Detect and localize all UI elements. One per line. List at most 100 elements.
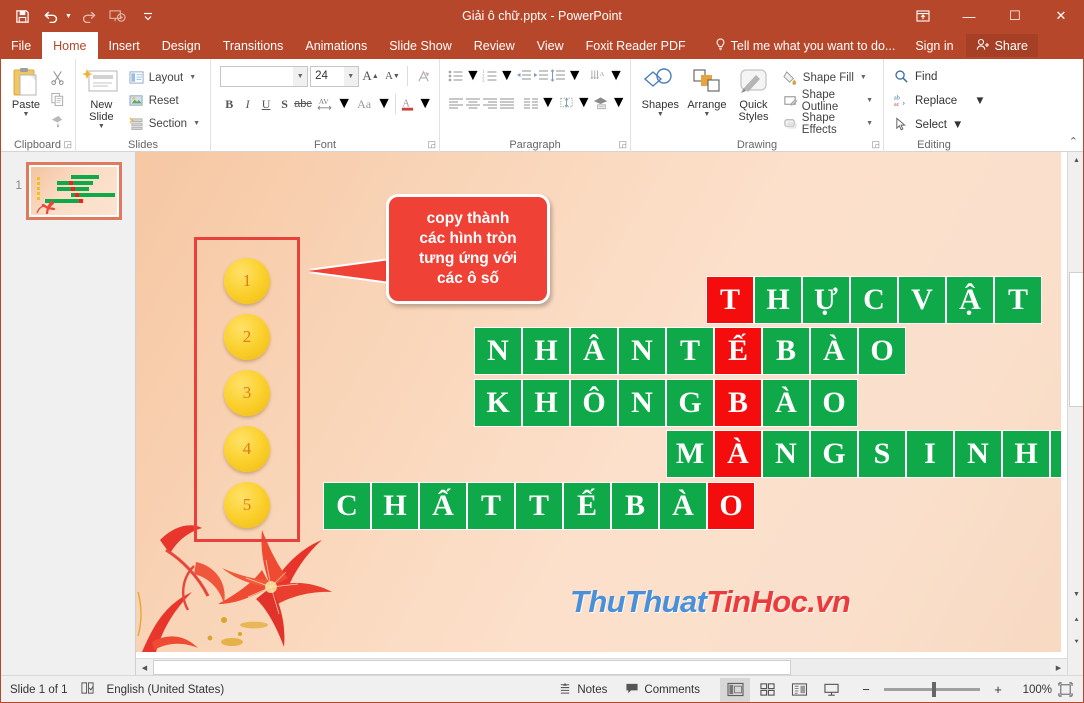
font-size-dropdown-icon[interactable]: ▼ (343, 66, 358, 86)
paste-button[interactable]: Paste ▼ (6, 63, 46, 132)
font-name-combo[interactable]: ▼ (220, 65, 309, 87)
shape-effects-dropdown-icon[interactable]: ▼ (866, 120, 873, 127)
drawing-dialog-launcher[interactable]: ◲ (871, 139, 880, 150)
notes-button[interactable]: Notes (550, 677, 615, 703)
save-icon[interactable] (8, 3, 36, 29)
shape-effects-button[interactable]: Shape Effects ▼ (779, 112, 877, 136)
font-size-combo[interactable]: 24 ▼ (310, 65, 359, 87)
align-left-button[interactable] (448, 92, 464, 114)
tell-me-box[interactable]: Tell me what you want to do... (705, 32, 906, 59)
number-circle-5[interactable]: 5 (224, 482, 270, 528)
font-dialog-launcher[interactable]: ◲ (427, 139, 436, 150)
start-presentation-icon[interactable] (104, 3, 132, 29)
number-circle-1[interactable]: 1 (224, 258, 270, 304)
tab-slide-show[interactable]: Slide Show (378, 32, 463, 59)
convert-smartart-dropdown-icon[interactable]: ▼ (611, 94, 627, 112)
minimize-button[interactable]: — (946, 0, 992, 32)
zoom-slider[interactable] (884, 682, 980, 697)
tab-design[interactable]: Design (151, 32, 212, 59)
cell-r2c7[interactable]: B (762, 327, 810, 375)
ribbon-display-options-icon[interactable] (900, 0, 946, 32)
text-shadow-button[interactable]: S (275, 93, 293, 115)
cut-button[interactable] (46, 66, 69, 88)
cell-r2c3[interactable]: Â (570, 327, 618, 375)
reading-view-button[interactable] (784, 678, 814, 702)
layout-dropdown-icon[interactable]: ▼ (189, 74, 196, 81)
quick-styles-button[interactable]: Quick Styles (730, 63, 777, 135)
increase-font-size-button[interactable]: A ▲ (361, 65, 381, 87)
callout-bubble[interactable]: copy thành các hình tròn tưng ứng với cá… (386, 194, 550, 304)
align-right-button[interactable] (482, 92, 498, 114)
tab-animations[interactable]: Animations (294, 32, 378, 59)
convert-to-smartart-button[interactable] (593, 92, 610, 114)
cell-r3c1[interactable]: K (474, 379, 522, 427)
cell-r2c6[interactable]: Ế (714, 327, 762, 375)
tab-home[interactable]: Home (42, 32, 98, 59)
number-circle-3[interactable]: 3 (224, 370, 270, 416)
new-slide-dropdown-icon[interactable]: ▼ (98, 123, 105, 130)
tab-foxit-reader-pdf[interactable]: Foxit Reader PDF (575, 32, 697, 59)
slide-sorter-view-button[interactable] (752, 678, 782, 702)
slide-canvas[interactable]: 1 2 3 4 5 copy thành các hình tròn tưng … (136, 152, 1061, 652)
cell-r1c6[interactable]: Ậ (946, 276, 994, 324)
columns-dropdown-icon[interactable]: ▼ (540, 94, 556, 112)
increase-indent-button[interactable] (533, 65, 549, 87)
undo-dropdown-icon[interactable]: ▼ (65, 13, 72, 20)
cell-r5c2[interactable]: H (371, 482, 419, 530)
cell-r4c7[interactable]: N (954, 430, 1002, 478)
scroll-right-button[interactable]: ▶ (1050, 659, 1067, 676)
decrease-font-size-button[interactable]: A ▼ (383, 65, 403, 87)
cell-r1c4[interactable]: C (850, 276, 898, 324)
vertical-scrollbar[interactable]: ▲ ▼ ⯅ ⯆ (1067, 152, 1084, 675)
cell-r2c1[interactable]: N (474, 327, 522, 375)
customize-qat-icon[interactable] (134, 3, 162, 29)
clipboard-dialog-launcher[interactable]: ◲ (63, 139, 72, 150)
slide-indicator[interactable]: Slide 1 of 1 (10, 684, 68, 696)
cell-r2c2[interactable]: H (522, 327, 570, 375)
thumbnail-frame[interactable] (26, 162, 122, 220)
cell-r5c1[interactable]: C (323, 482, 371, 530)
cell-r3c8[interactable]: O (810, 379, 858, 427)
line-spacing-button[interactable] (550, 65, 566, 87)
cell-r5c9[interactable]: O (707, 482, 755, 530)
paste-dropdown-icon[interactable]: ▼ (23, 111, 30, 118)
arrange-dropdown-icon[interactable]: ▼ (703, 111, 710, 118)
underline-button[interactable]: U (257, 93, 275, 115)
cell-r4c5[interactable]: S (858, 430, 906, 478)
tab-file[interactable]: File (0, 32, 43, 59)
format-painter-button[interactable] (46, 110, 69, 132)
font-color-button[interactable]: A (399, 93, 417, 115)
font-color-dropdown-icon[interactable]: ▼ (417, 95, 433, 113)
share-button[interactable]: Share (965, 34, 1038, 57)
clear-formatting-button[interactable] (413, 65, 433, 87)
next-slide-button[interactable]: ⯆ (1068, 634, 1084, 651)
text-direction-dropdown-icon[interactable]: ▼ (608, 67, 624, 85)
cell-r4c8[interactable]: H (1002, 430, 1050, 478)
cell-r4c2[interactable]: À (714, 430, 762, 478)
layout-button[interactable]: Layout ▼ (125, 66, 204, 89)
cell-r3c6[interactable]: B (714, 379, 762, 427)
new-slide-button[interactable]: New Slide ▼ (82, 63, 121, 135)
strikethrough-button[interactable]: abc (294, 93, 312, 115)
slideshow-view-button[interactable] (816, 678, 846, 702)
scroll-down-button[interactable]: ▼ (1068, 586, 1084, 603)
cell-r4c4[interactable]: G (810, 430, 858, 478)
cell-r4c3[interactable]: N (762, 430, 810, 478)
paragraph-dialog-launcher[interactable]: ◲ (618, 139, 627, 150)
bold-button[interactable]: B (220, 93, 238, 115)
cell-r5c7[interactable]: B (611, 482, 659, 530)
cell-r5c5[interactable]: T (515, 482, 563, 530)
character-spacing-button[interactable]: AV (312, 93, 336, 115)
columns-button[interactable] (523, 92, 539, 114)
cell-r5c3[interactable]: Ấ (419, 482, 467, 530)
change-case-button[interactable]: Aa (352, 93, 376, 115)
font-name-dropdown-icon[interactable]: ▼ (293, 66, 308, 86)
section-dropdown-icon[interactable]: ▼ (193, 120, 200, 127)
cell-r2c9[interactable]: O (858, 327, 906, 375)
shape-outline-button[interactable]: Shape Outline ▼ (779, 89, 877, 113)
cell-r2c5[interactable]: T (666, 327, 714, 375)
tab-transitions[interactable]: Transitions (212, 32, 295, 59)
fit-slide-icon[interactable] (1054, 679, 1076, 701)
section-button[interactable]: Section ▼ (125, 112, 204, 135)
horizontal-scroll-thumb[interactable] (153, 660, 791, 675)
